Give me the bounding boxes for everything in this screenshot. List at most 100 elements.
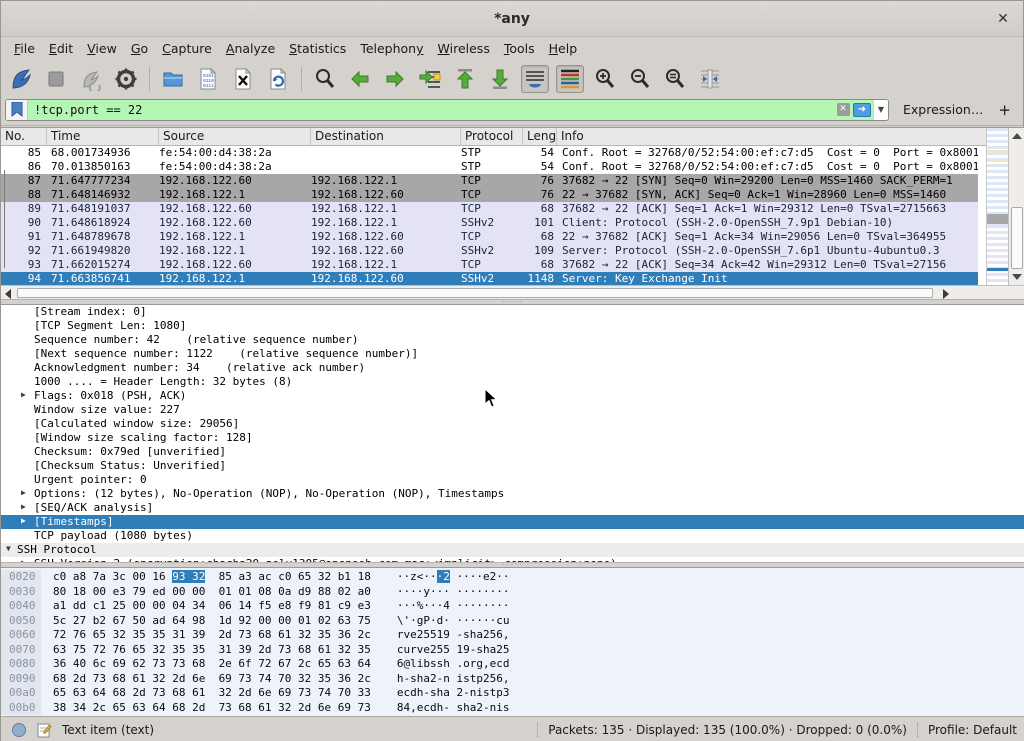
detail-row[interactable]: ▶[Timestamps] [1, 515, 1024, 529]
column-header-destination[interactable]: Destination [311, 128, 461, 145]
scroll-right-arrow-icon[interactable] [943, 289, 949, 299]
packet-row-90[interactable]: 9071.648618924192.168.122.60192.168.122.… [1, 216, 978, 230]
hex-bytes[interactable]: 72 76 65 32 35 35 31 39 2d 73 68 61 32 3… [41, 628, 371, 643]
status-profile[interactable]: Profile: Default [928, 723, 1017, 737]
close-window-icon[interactable]: ✕ [993, 9, 1013, 29]
scroll-left-arrow-icon[interactable] [5, 289, 11, 299]
find-packet-button[interactable] [311, 65, 339, 93]
menu-help[interactable]: Help [542, 38, 585, 59]
vertical-scrollbar-thumb[interactable] [1011, 207, 1023, 270]
menu-wireless[interactable]: Wireless [431, 38, 497, 59]
hex-row-0070[interactable]: 007063 75 72 76 65 32 35 35 31 39 2d 73 … [1, 643, 1024, 658]
scroll-up-arrow-icon[interactable] [1012, 133, 1022, 139]
detail-row[interactable]: [Next sequence number: 1122 (relative se… [1, 347, 1024, 361]
horizontal-scrollbar-thumb[interactable] [17, 288, 933, 298]
detail-row[interactable]: TCP payload (1080 bytes) [1, 529, 1024, 543]
hex-bytes[interactable]: 36 40 6c 69 62 73 73 68 2e 6f 72 67 2c 6… [41, 657, 371, 672]
hex-bytes[interactable]: 65 63 64 68 2d 73 68 61 32 2d 6e 69 73 7… [41, 686, 371, 701]
add-filter-button[interactable]: + [992, 101, 1017, 119]
ascii-bytes[interactable]: curve255 19-sha25 [371, 643, 510, 658]
column-header-time[interactable]: Time [47, 128, 159, 145]
hex-bytes[interactable]: c0 a8 7a 3c 00 16 93 32 85 a3 ac c0 65 3… [41, 570, 371, 585]
zoom-out-button[interactable] [626, 65, 654, 93]
collapsed-arrow-icon[interactable]: ▶ [21, 390, 26, 399]
hex-row-00a0[interactable]: 00a065 63 64 68 2d 73 68 61 32 2d 6e 69 … [1, 686, 1024, 701]
capture-options-button[interactable] [112, 65, 140, 93]
ascii-bytes[interactable]: ···%···4 ········ [371, 599, 510, 614]
packet-list-vertical-scrollbar[interactable] [1008, 128, 1024, 285]
ascii-bytes[interactable]: 6@libssh .org,ecd [371, 657, 510, 672]
ascii-bytes[interactable]: rve25519 -sha256, [371, 628, 510, 643]
menu-file[interactable]: File [7, 38, 42, 59]
go-to-packet-button[interactable] [416, 65, 444, 93]
display-filter-field[interactable]: !tcp.port == 22 ✕ ➜ ▼ [5, 99, 889, 121]
menu-edit[interactable]: Edit [42, 38, 80, 59]
menu-go[interactable]: Go [124, 38, 155, 59]
menu-view[interactable]: View [80, 38, 124, 59]
filter-apply-button[interactable]: ➜ [851, 100, 873, 120]
scroll-down-arrow-icon[interactable] [1012, 274, 1022, 280]
packet-row-93[interactable]: 9371.662015274192.168.122.60192.168.122.… [1, 258, 978, 272]
ascii-bytes[interactable]: ecdh-sha 2-nistp3 [371, 686, 510, 701]
zoom-in-button[interactable] [591, 65, 619, 93]
filter-history-dropdown[interactable]: ▼ [873, 100, 888, 120]
start-capture-button[interactable] [7, 65, 35, 93]
collapsed-arrow-icon[interactable]: ▶ [21, 502, 26, 511]
detail-row[interactable]: Window size value: 227 [1, 403, 1024, 417]
go-forward-button[interactable] [381, 65, 409, 93]
expanded-arrow-icon[interactable]: ▼ [6, 544, 11, 553]
resize-columns-button[interactable] [696, 65, 724, 93]
packet-minimap-scrollbar[interactable] [986, 128, 1008, 285]
column-header-no[interactable]: No. [1, 128, 47, 145]
detail-row[interactable]: 1000 .... = Header Length: 32 bytes (8) [1, 375, 1024, 389]
open-file-button[interactable] [159, 65, 187, 93]
filter-clear-button[interactable]: ✕ [835, 100, 851, 120]
capture-comment-icon[interactable] [37, 722, 52, 738]
filter-bookmark-button[interactable] [6, 100, 28, 120]
detail-row[interactable]: [Checksum Status: Unverified] [1, 459, 1024, 473]
hex-row-0040[interactable]: 0040a1 dd c1 25 00 00 04 34 06 14 f5 e8 … [1, 599, 1024, 614]
hex-bytes[interactable]: a1 dd c1 25 00 00 04 34 06 14 f5 e8 f9 8… [41, 599, 371, 614]
menu-telephony[interactable]: Telephony [353, 38, 430, 59]
go-first-button[interactable] [451, 65, 479, 93]
menu-analyze[interactable]: Analyze [219, 38, 282, 59]
hex-bytes[interactable]: 68 2d 73 68 61 32 2d 6e 69 73 74 70 32 3… [41, 672, 371, 687]
hex-row-0030[interactable]: 003080 18 00 e3 79 ed 00 00 01 01 08 0a … [1, 585, 1024, 600]
colorize-button[interactable] [556, 65, 584, 93]
go-back-button[interactable] [346, 65, 374, 93]
expression-button[interactable]: Expression… [903, 102, 983, 117]
save-file-button[interactable]: 010101100111 [194, 65, 222, 93]
packet-row-89[interactable]: 8971.648191037192.168.122.60192.168.122.… [1, 202, 978, 216]
zoom-reset-button[interactable] [661, 65, 689, 93]
detail-row[interactable]: [TCP Segment Len: 1080] [1, 319, 1024, 333]
detail-row[interactable]: Checksum: 0x79ed [unverified] [1, 445, 1024, 459]
detail-row[interactable]: Acknowledgment number: 34 (relative ack … [1, 361, 1024, 375]
detail-row[interactable]: ▶Flags: 0x018 (PSH, ACK) [1, 389, 1024, 403]
hex-bytes[interactable]: 80 18 00 e3 79 ed 00 00 01 01 08 0a d9 8… [41, 585, 371, 600]
reload-file-button[interactable] [264, 65, 292, 93]
ascii-bytes[interactable]: ····y··· ········ [371, 585, 510, 600]
packet-row-88[interactable]: 8871.648146932192.168.122.1192.168.122.6… [1, 188, 978, 202]
detail-row[interactable]: ▶Options: (12 bytes), No-Operation (NOP)… [1, 487, 1024, 501]
detail-row[interactable]: Sequence number: 42 (relative sequence n… [1, 333, 1024, 347]
close-file-button[interactable] [229, 65, 257, 93]
hex-bytes[interactable]: 38 34 2c 65 63 64 68 2d 73 68 61 32 2d 6… [41, 701, 371, 716]
restart-capture-button[interactable] [77, 65, 105, 93]
detail-row[interactable]: Urgent pointer: 0 [1, 473, 1024, 487]
ascii-bytes[interactable]: h-sha2-n istp256, [371, 672, 510, 687]
packet-row-94[interactable]: 9471.663856741192.168.122.1192.168.122.6… [1, 272, 978, 286]
collapsed-arrow-icon[interactable]: ▶ [21, 516, 26, 525]
hex-row-0080[interactable]: 008036 40 6c 69 62 73 73 68 2e 6f 72 67 … [1, 657, 1024, 672]
auto-scroll-button[interactable] [521, 65, 549, 93]
hex-row-0090[interactable]: 009068 2d 73 68 61 32 2d 6e 69 73 74 70 … [1, 672, 1024, 687]
column-header-protocol[interactable]: Protocol [461, 128, 523, 145]
detail-row[interactable]: [Stream index: 0] [1, 305, 1024, 319]
collapsed-arrow-icon[interactable]: ▶ [21, 488, 26, 497]
detail-row[interactable]: ▶[SEQ/ACK analysis] [1, 501, 1024, 515]
packet-row-86[interactable]: 8670.013850163fe:54:00:d4:38:2aSTP54Conf… [1, 160, 978, 174]
hex-row-0020[interactable]: 0020c0 a8 7a 3c 00 16 93 32 85 a3 ac c0 … [1, 570, 1024, 585]
hex-bytes[interactable]: 63 75 72 76 65 32 35 35 31 39 2d 73 68 6… [41, 643, 371, 658]
hex-row-00b0[interactable]: 00b038 34 2c 65 63 64 68 2d 73 68 61 32 … [1, 701, 1024, 716]
ascii-bytes[interactable]: ··z<···2 ····e2·· [371, 570, 510, 585]
detail-row[interactable]: [Calculated window size: 29056] [1, 417, 1024, 431]
